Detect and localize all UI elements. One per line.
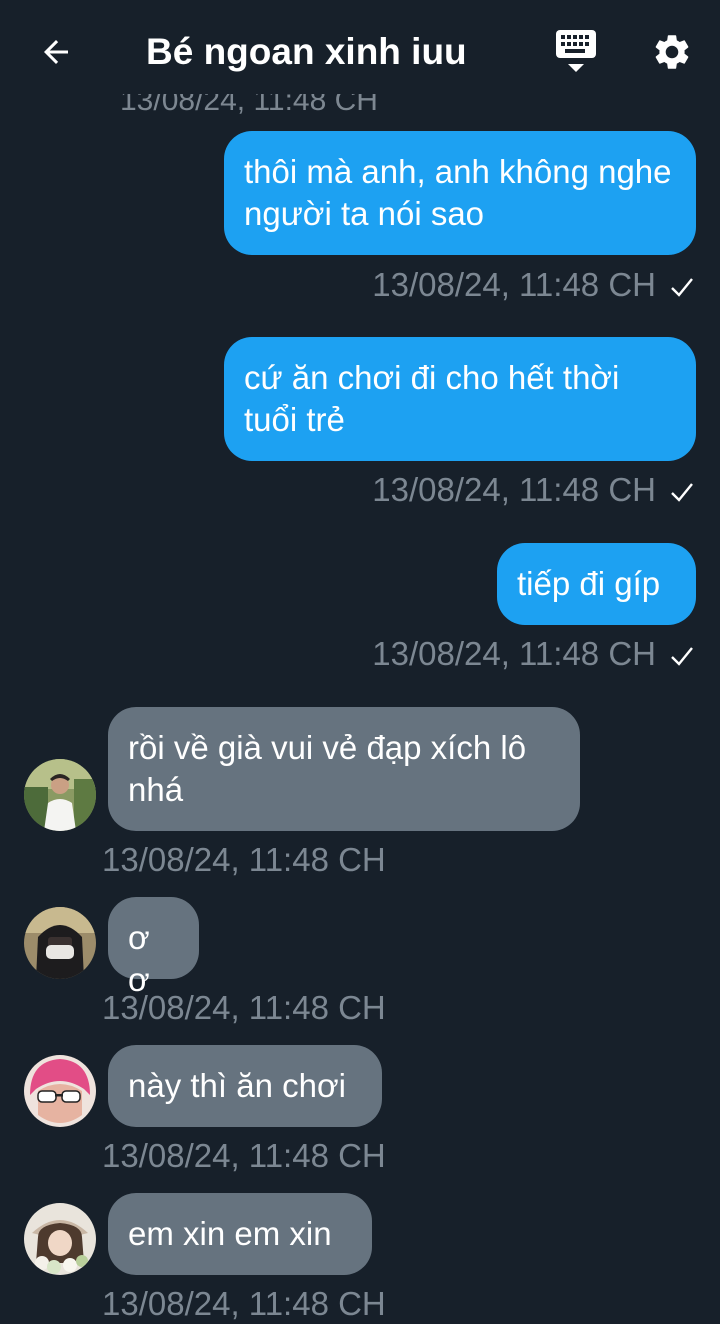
sender-avatar[interactable]: [24, 907, 96, 979]
outgoing-message-bubble[interactable]: tiếp đi gíp: [497, 543, 696, 625]
avatar-girl-hat-flowers: [24, 1203, 96, 1275]
avatar-person-black-hood-mask: [24, 907, 96, 979]
message-timestamp: 13/08/24, 11:48 CH: [102, 1285, 386, 1322]
chat-title: Bé ngoan xinh iuu: [146, 31, 467, 72]
timestamp-text: 13/08/24, 11:48 CH: [372, 635, 656, 672]
message-text: cứ ăn chơi đi cho hết thời tuổi trẻ: [244, 359, 620, 438]
message-timestamp: 13/08/24, 11:48 CH: [102, 989, 386, 1026]
keyboard-icon: [556, 30, 596, 72]
message-text: em xin em xin: [128, 1215, 332, 1252]
message-timestamp: 13/08/24, 11:48 CH: [372, 634, 694, 676]
settings-button[interactable]: [644, 24, 700, 80]
timestamp-text: 13/08/24, 11:48 CH: [372, 266, 656, 303]
message-timestamp: 13/08/24, 11:48 CH: [102, 1137, 386, 1174]
message-timestamp: 13/08/24, 11:48 CH: [372, 470, 694, 512]
back-button[interactable]: [28, 26, 84, 78]
message-text: này thì ăn chơi: [128, 1067, 346, 1104]
check-icon: [670, 267, 694, 307]
keyboard-button[interactable]: [548, 24, 604, 80]
avatar-pink-hair-sunglasses: [24, 1055, 96, 1127]
message-text: tiếp đi gíp: [517, 565, 661, 602]
sender-avatar[interactable]: [24, 1203, 96, 1275]
message-timestamp: 13/08/24, 11:48 CH: [372, 265, 694, 307]
message-timestamp: 13/08/24, 11:48 CH: [102, 841, 386, 878]
message-text: ơ ơ: [128, 919, 150, 998]
incoming-message-bubble[interactable]: em xin em xin: [108, 1193, 372, 1275]
message-text: rồi về già vui vẻ đạp xích lô nhá: [128, 729, 527, 808]
incoming-message-bubble[interactable]: ơ ơ: [108, 897, 199, 998]
sender-avatar[interactable]: [24, 1055, 96, 1127]
chat-header: Bé ngoan xinh iuu 13/08/24, 11:48 CH: [0, 0, 720, 117]
check-icon: [670, 472, 694, 512]
arrow-left-icon: [44, 40, 68, 64]
message-text: thôi mà anh, anh không nghe người ta nói…: [244, 153, 672, 232]
avatar-man-white-shirt: [24, 759, 96, 831]
check-icon: [670, 636, 694, 676]
incoming-message-bubble[interactable]: rồi về già vui vẻ đạp xích lô nhá: [108, 707, 580, 831]
incoming-message-bubble[interactable]: này thì ăn chơi: [108, 1045, 382, 1127]
outgoing-message-bubble[interactable]: thôi mà anh, anh không nghe người ta nói…: [224, 131, 696, 255]
gear-icon: [655, 35, 689, 69]
outgoing-message-bubble[interactable]: cứ ăn chơi đi cho hết thời tuổi trẻ: [224, 337, 696, 461]
sender-avatar[interactable]: [24, 759, 96, 831]
timestamp-text: 13/08/24, 11:48 CH: [372, 471, 656, 508]
previous-timestamp: 13/08/24, 11:48 CH: [120, 84, 378, 117]
